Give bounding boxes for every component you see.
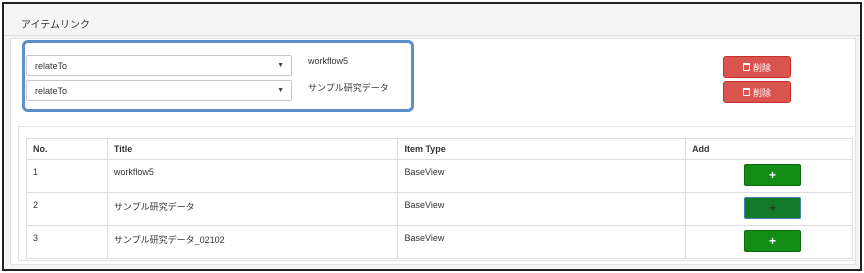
add-button-1[interactable]: + <box>744 164 802 186</box>
cell-item-type: BaseView <box>397 225 687 259</box>
header-item-type: Item Type <box>397 138 687 160</box>
delete-button-1[interactable]: 削除 <box>723 56 791 78</box>
trash-icon <box>742 63 750 71</box>
caret-down-icon: ▼ <box>277 87 284 94</box>
caret-down-icon: ▼ <box>277 62 284 69</box>
cell-title: workflow5 <box>106 159 399 193</box>
relation-type-value: relateTo <box>35 61 68 71</box>
header-add: Add <box>685 138 853 160</box>
cell-no: 3 <box>26 225 108 259</box>
cell-title: サンプル研究データ_02102 <box>106 225 399 259</box>
delete-button-2[interactable]: 削除 <box>723 81 791 103</box>
add-button-3[interactable]: + <box>744 230 802 252</box>
table-row: 3 サンプル研究データ_02102 BaseView + <box>26 225 853 259</box>
table-header-row: No. Title Item Type Add <box>26 138 853 160</box>
relation-type-select-1[interactable]: relateTo ▼ <box>26 55 292 76</box>
cell-no: 1 <box>26 159 108 193</box>
cell-item-type: BaseView <box>397 192 687 226</box>
cell-title: サンプル研究データ <box>106 192 399 226</box>
delete-label: 削除 <box>752 87 771 98</box>
delete-label: 削除 <box>752 62 771 73</box>
cell-item-type: BaseView <box>397 159 687 193</box>
add-button-2[interactable]: + <box>744 197 802 219</box>
cell-add: + <box>685 225 853 259</box>
table-row: 2 サンプル研究データ BaseView + <box>26 192 853 226</box>
results-table: No. Title Item Type Add 1 workflow5 Base… <box>26 138 853 259</box>
header-title: Title <box>106 138 399 160</box>
header-no: No. <box>26 138 108 160</box>
panel-title: アイテムリンク <box>21 20 90 31</box>
trash-icon <box>742 88 750 96</box>
panel-heading: アイテムリンク <box>4 4 860 36</box>
relations-highlight <box>22 40 414 112</box>
relation-target-label-2: サンプル研究データ <box>308 83 389 93</box>
table-row: 1 workflow5 BaseView + <box>26 159 853 193</box>
results-table-panel: No. Title Item Type Add 1 workflow5 Base… <box>18 126 856 261</box>
relation-target-label-1: workflow5 <box>308 56 349 66</box>
relation-type-select-2[interactable]: relateTo ▼ <box>26 80 292 101</box>
cell-no: 2 <box>26 192 108 226</box>
cell-add: + <box>685 159 853 193</box>
cell-add: + <box>685 192 853 226</box>
relation-type-value: relateTo <box>35 86 68 96</box>
